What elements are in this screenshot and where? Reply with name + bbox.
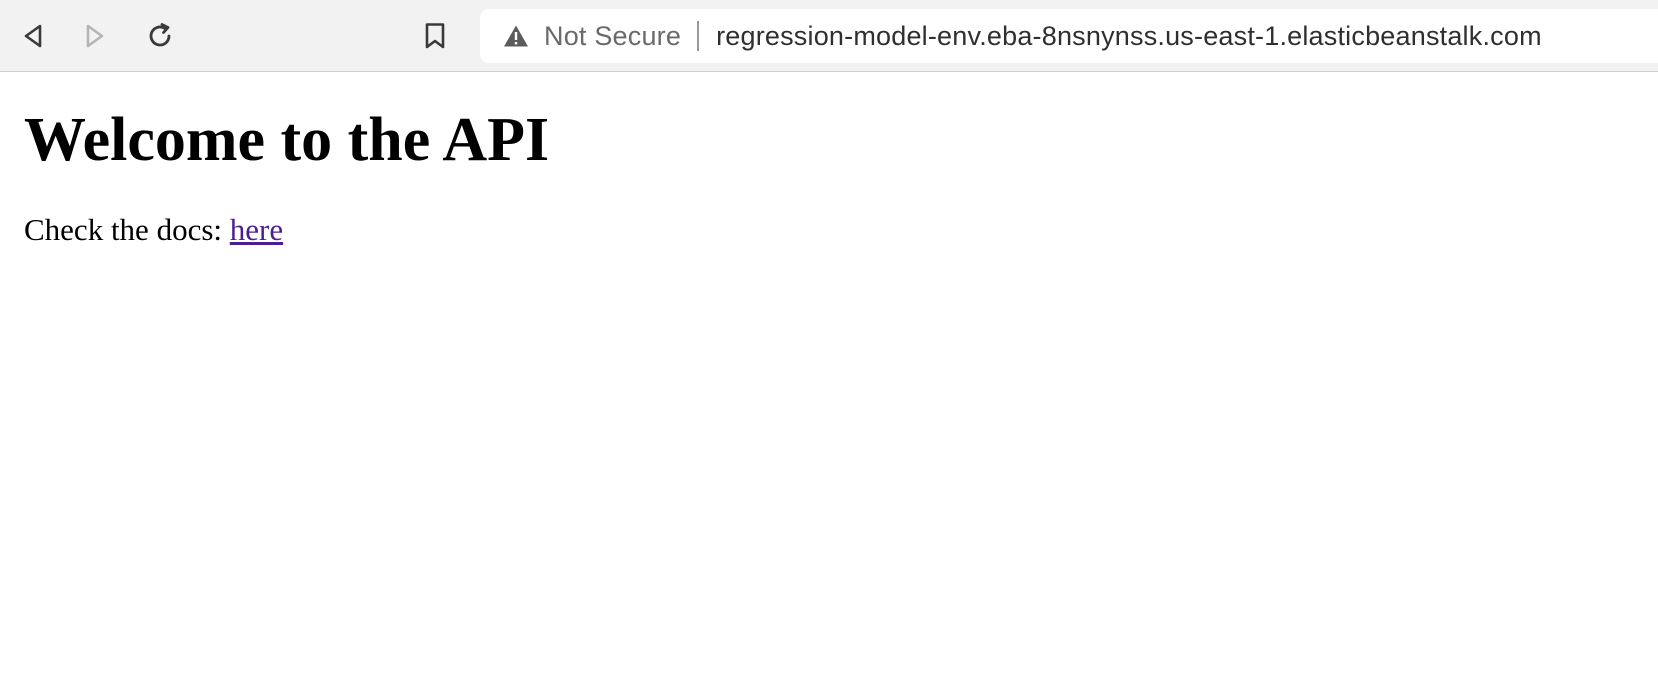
bookmark-icon	[425, 23, 445, 49]
address-divider	[697, 21, 700, 51]
reload-button[interactable]	[140, 16, 180, 56]
page-title: Welcome to the API	[24, 106, 550, 174]
docs-link[interactable]: here	[230, 212, 283, 247]
reload-icon	[149, 23, 171, 47]
back-arrow-icon	[24, 24, 42, 48]
browser-toolbar: Not Secure regression-model-env.eba-8nsn…	[0, 0, 1658, 72]
back-button[interactable]	[13, 16, 53, 56]
url-text[interactable]: regression-model-env.eba-8nsnynss.us-eas…	[716, 21, 1542, 52]
warning-triangle-icon	[502, 22, 530, 50]
docs-paragraph: Check the docs: here	[24, 211, 549, 248]
docs-text: Check the docs:	[24, 212, 230, 247]
security-status-label[interactable]: Not Secure	[544, 21, 681, 52]
forward-button[interactable]	[75, 16, 115, 56]
page-content: Welcome to the API Check the docs: here	[24, 72, 549, 248]
bookmark-button[interactable]	[415, 16, 455, 56]
forward-arrow-icon	[86, 24, 104, 48]
address-bar[interactable]: Not Secure regression-model-env.eba-8nsn…	[480, 9, 1658, 63]
